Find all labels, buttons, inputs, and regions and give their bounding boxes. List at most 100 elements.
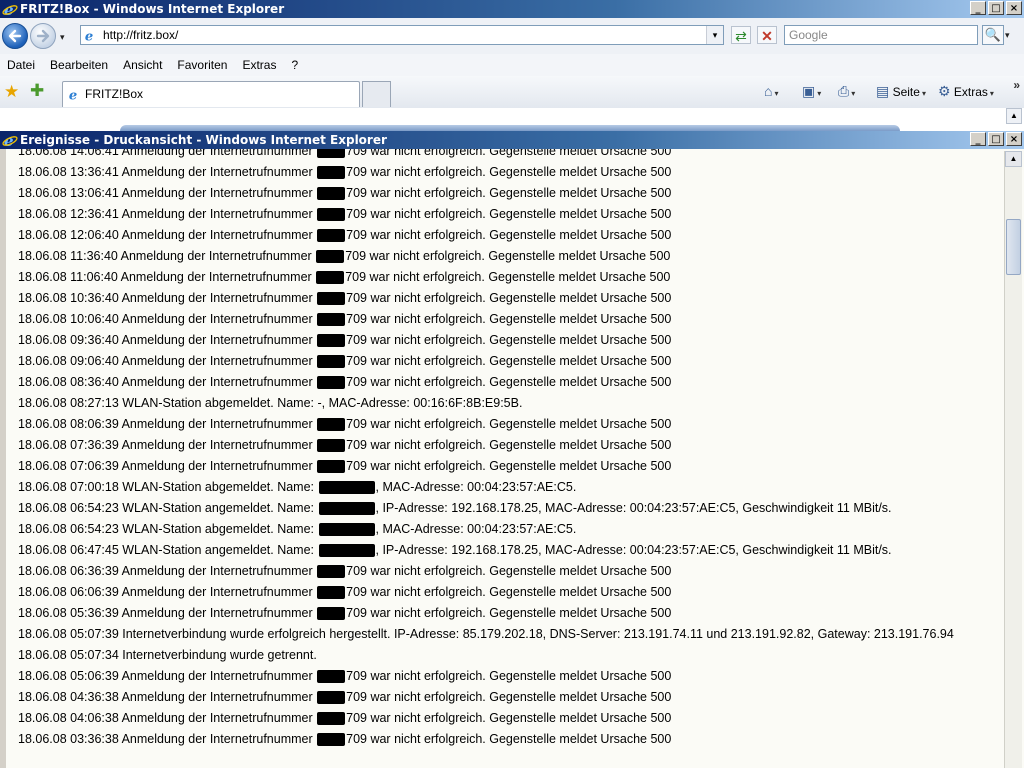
redaction-block: [318, 502, 375, 516]
redaction-block: [317, 712, 346, 726]
minimize-button[interactable]: _: [970, 1, 986, 15]
redaction-block: [317, 565, 346, 579]
redaction-block: [317, 313, 346, 327]
refresh-button[interactable]: ⇄: [731, 26, 751, 44]
menu-extras[interactable]: Extras: [235, 54, 284, 76]
log-entry: 18.06.08 13:06:41 Anmeldung der Internet…: [18, 183, 954, 204]
log-entry-text: 18.06.08 05:07:34 Internetverbindung wur…: [18, 648, 317, 662]
tab-fritzbox[interactable]: e FRITZ!Box: [62, 81, 360, 107]
tab-bar: ★ ✚ e FRITZ!Box ⌂ ▾ ▣ ▾ ⎙ ▾ ▤ Seite ▾ ⚙ Extr…: [0, 76, 1024, 109]
url-text[interactable]: http://fritz.box/: [103, 28, 178, 42]
arrow-right-icon: [36, 29, 50, 43]
history-dropdown[interactable]: ▾: [60, 32, 65, 43]
event-log-panel: 18.06.08 14:06:41 Anmeldung der Internet…: [0, 149, 1024, 768]
log-entry-text-continued: 709 war nicht erfolgreich. Gegenstelle m…: [346, 711, 672, 725]
address-bar[interactable]: e http://fritz.box/ ▾: [80, 25, 724, 45]
log-entry-text-continued: , IP-Adresse: 192.168.178.25, MAC-Adress…: [375, 501, 892, 515]
menu-help[interactable]: ?: [284, 54, 306, 76]
log-entry: 18.06.08 11:36:40 Anmeldung der Internet…: [18, 246, 954, 267]
home-button[interactable]: ⌂ ▾: [764, 83, 778, 102]
page-icon: ▤: [876, 83, 890, 99]
menu-bearbeiten[interactable]: Bearbeiten: [43, 54, 116, 76]
search-options-dropdown[interactable]: ▾: [1005, 30, 1010, 41]
window-controls: _ □ ×: [970, 1, 1022, 15]
log-entry-text: 18.06.08 13:36:41 Anmeldung der Internet…: [18, 165, 317, 179]
redaction-block: [317, 166, 346, 180]
log-entry: 18.06.08 06:36:39 Anmeldung der Internet…: [18, 561, 954, 582]
page-menu-button[interactable]: ▤ Seite ▾: [876, 83, 926, 102]
log-entry: 18.06.08 05:36:39 Anmeldung der Internet…: [18, 603, 954, 624]
log-entry-text-continued: 709 war nicht erfolgreich. Gegenstelle m…: [346, 165, 672, 179]
redaction-block: [317, 691, 346, 705]
menu-datei[interactable]: Datei: [0, 54, 43, 76]
redaction-block: [316, 271, 345, 285]
redaction-block: [318, 523, 375, 537]
log-entry: 18.06.08 07:06:39 Anmeldung der Internet…: [18, 456, 954, 477]
log-entry-text-continued: 709 war nicht erfolgreich. Gegenstelle m…: [346, 585, 672, 599]
underlying-scroll-up-button[interactable]: ▲: [1006, 108, 1022, 124]
log-entry-text: 18.06.08 09:06:40 Anmeldung der Internet…: [18, 354, 317, 368]
log-entry: 18.06.08 06:54:23 WLAN-Station abgemelde…: [18, 519, 954, 540]
redaction-block: [317, 670, 346, 684]
log-entry-text: 18.06.08 07:00:18 WLAN-Station abgemelde…: [18, 480, 318, 494]
scroll-up-button[interactable]: ▲: [1005, 151, 1022, 167]
internet-explorer-icon: e: [2, 1, 18, 17]
popup-maximize-button[interactable]: □: [988, 132, 1004, 146]
redaction-block: [316, 250, 345, 264]
log-entry: 18.06.08 10:36:40 Anmeldung der Internet…: [18, 288, 954, 309]
log-entry-text-continued: 709 war nicht erfolgreich. Gegenstelle m…: [346, 417, 672, 431]
add-favorite-icon[interactable]: ✚: [30, 81, 44, 101]
feeds-button[interactable]: ▣ ▾: [802, 83, 821, 102]
log-entry: 18.06.08 06:06:39 Anmeldung der Internet…: [18, 582, 954, 603]
popup-window-controls: _ □ ×: [970, 132, 1022, 146]
popup-vertical-scrollbar[interactable]: ▲: [1004, 151, 1022, 768]
search-button[interactable]: 🔍: [982, 25, 1004, 45]
maximize-button[interactable]: □: [988, 1, 1004, 15]
redaction-block: [317, 586, 346, 600]
address-dropdown[interactable]: ▾: [706, 26, 723, 44]
popup-titlebar[interactable]: e Ereignisse - Druckansicht - Windows In…: [0, 131, 1024, 149]
popup-minimize-button[interactable]: _: [970, 132, 986, 146]
log-entry: 18.06.08 10:06:40 Anmeldung der Internet…: [18, 309, 954, 330]
close-button[interactable]: ×: [1006, 1, 1022, 15]
log-entry: 18.06.08 13:36:41 Anmeldung der Internet…: [18, 162, 954, 183]
scroll-thumb[interactable]: [1006, 219, 1021, 275]
log-entry-text-continued: , IP-Adresse: 192.168.178.25, MAC-Adress…: [375, 543, 892, 557]
arrow-left-icon: [8, 29, 22, 43]
log-entry-text: 18.06.08 06:54:23 WLAN-Station abgemelde…: [18, 522, 318, 536]
log-entry: 18.06.08 05:07:34 Internetverbindung wur…: [18, 645, 954, 666]
log-entry: 18.06.08 11:06:40 Anmeldung der Internet…: [18, 267, 954, 288]
log-entry-text-continued: 709 war nicht erfolgreich. Gegenstelle m…: [346, 732, 672, 746]
new-tab-button[interactable]: [362, 81, 391, 107]
redaction-block: [317, 376, 346, 390]
log-entry-text-continued: 709 war nicht erfolgreich. Gegenstelle m…: [346, 669, 672, 683]
rss-feed-icon: ▣: [802, 83, 816, 99]
redaction-block: [317, 187, 346, 201]
log-entry-text: 18.06.08 12:06:40 Anmeldung der Internet…: [18, 228, 317, 242]
log-entry-text-continued: 709 war nicht erfolgreich. Gegenstelle m…: [346, 228, 672, 242]
print-button[interactable]: ⎙ ▾: [838, 83, 855, 102]
log-entry-text: 18.06.08 08:06:39 Anmeldung der Internet…: [18, 417, 317, 431]
log-entry-text: 18.06.08 14:06:41 Anmeldung der Internet…: [18, 149, 317, 158]
log-entry-text: 18.06.08 11:06:40 Anmeldung der Internet…: [18, 270, 316, 284]
more-commands-chevron[interactable]: »: [1013, 78, 1020, 92]
redaction-block: [317, 460, 346, 474]
search-input[interactable]: Google: [784, 25, 978, 45]
log-entry-text: 18.06.08 10:36:40 Anmeldung der Internet…: [18, 291, 317, 305]
log-entry: 18.06.08 03:36:38 Anmeldung der Internet…: [18, 729, 954, 750]
log-entry-text-continued: 709 war nicht erfolgreich. Gegenstelle m…: [345, 270, 671, 284]
log-entry-text: 18.06.08 03:36:38 Anmeldung der Internet…: [18, 732, 317, 746]
tools-menu-button[interactable]: ⚙ Extras ▾: [938, 83, 994, 102]
popup-close-button[interactable]: ×: [1006, 132, 1022, 146]
log-entry-text-continued: 709 war nicht erfolgreich. Gegenstelle m…: [346, 186, 672, 200]
back-button[interactable]: [2, 23, 28, 49]
menu-ansicht[interactable]: Ansicht: [116, 54, 170, 76]
redaction-block: [317, 355, 346, 369]
menu-favoriten[interactable]: Favoriten: [170, 54, 235, 76]
window-titlebar[interactable]: e FRITZ!Box - Windows Internet Explorer …: [0, 0, 1024, 18]
favorites-center-icon[interactable]: ★: [4, 82, 19, 102]
log-entry-text-continued: 709 war nicht erfolgreich. Gegenstelle m…: [346, 690, 672, 704]
stop-button[interactable]: ✕: [757, 26, 777, 44]
window-title: FRITZ!Box - Windows Internet Explorer: [20, 2, 285, 16]
forward-button[interactable]: [30, 23, 56, 49]
